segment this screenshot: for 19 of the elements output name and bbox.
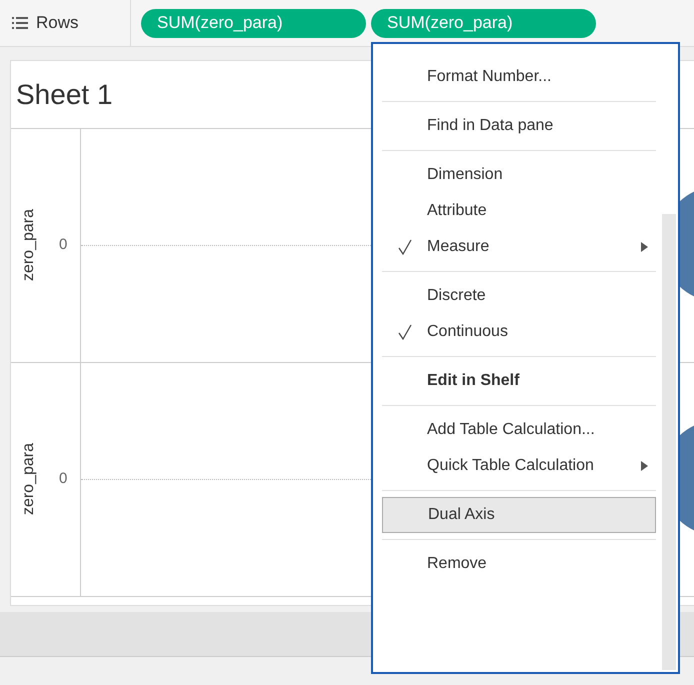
axis-title: zero_para — [19, 443, 38, 516]
menu-item[interactable]: Dual Axis — [382, 497, 656, 533]
axis-tick: 0 — [59, 235, 68, 256]
axis-tick: 0 — [59, 469, 68, 490]
axis-title: zero_para — [19, 209, 38, 282]
sheet-title: Sheet 1 — [16, 78, 113, 112]
menu-item[interactable]: Dimension — [382, 157, 656, 193]
menu-item[interactable]: Discrete — [382, 278, 656, 314]
menu-item[interactable]: Measure — [382, 229, 656, 265]
list-icon — [12, 17, 28, 29]
menu-item[interactable]: Quick Table Calculation — [382, 448, 656, 484]
shelf-label: Rows — [36, 12, 79, 34]
menu-item[interactable]: Format Number... — [382, 59, 656, 95]
menu-item[interactable]: Attribute — [382, 193, 656, 229]
menu-item[interactable]: Continuous — [382, 314, 656, 350]
menu-item[interactable]: Edit in Shelf — [382, 363, 656, 399]
menu-item[interactable]: Add Table Calculation... — [382, 412, 656, 448]
menu-item[interactable]: Find in Data pane — [382, 108, 656, 144]
menu-item[interactable]: Remove — [382, 546, 656, 582]
